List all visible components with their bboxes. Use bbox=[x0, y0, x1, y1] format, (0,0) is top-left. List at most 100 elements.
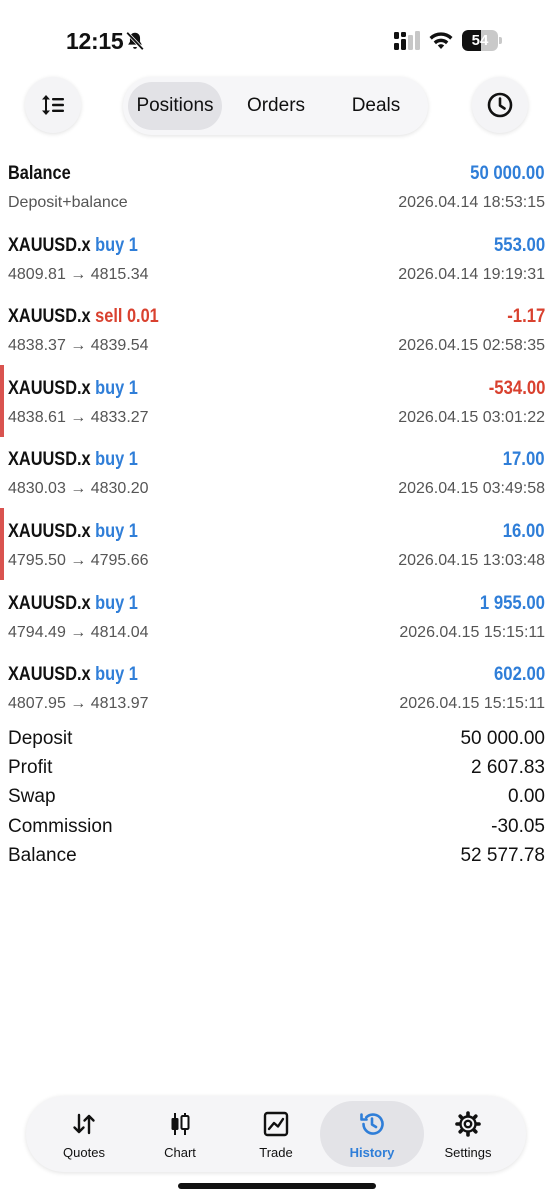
row-symbol-text: XAUUSD.x bbox=[8, 306, 91, 328]
tab-deals[interactable]: Deals bbox=[328, 82, 424, 130]
view-segmented-control: Positions Orders Deals bbox=[123, 77, 428, 135]
row-symbol-text: XAUUSD.x bbox=[8, 449, 91, 471]
summary-value: 2 607.83 bbox=[471, 757, 545, 779]
status-bar: 12:15 54 bbox=[0, 0, 553, 70]
summary-label: Balance bbox=[8, 844, 77, 866]
row-prices: 4794.49 → 4814.04 bbox=[8, 623, 149, 641]
trade-chart-icon bbox=[263, 1111, 289, 1137]
row-timestamp: 2026.04.15 15:15:11 bbox=[399, 623, 545, 641]
tab-history[interactable]: History bbox=[320, 1101, 424, 1167]
history-row[interactable]: XAUUSD.x sell 0.01 -1.17 4838.37 → 4839.54… bbox=[0, 293, 553, 365]
summary-label: Profit bbox=[8, 757, 53, 779]
row-marker bbox=[0, 508, 4, 580]
summary-row: Swap 0.00 bbox=[0, 786, 553, 815]
row-symbol: Balance bbox=[8, 163, 71, 185]
tab-quotes[interactable]: Quotes bbox=[32, 1101, 136, 1167]
tab-settings[interactable]: Settings bbox=[416, 1101, 520, 1167]
tab-settings-label: Settings bbox=[444, 1145, 492, 1160]
row-prices: 4830.03 → 4830.20 bbox=[8, 480, 149, 498]
history-row[interactable]: XAUUSD.x buy 1 -534.00 4838.61 → 4833.27 20… bbox=[0, 364, 553, 437]
summary-row: Deposit 50 000.00 bbox=[0, 728, 553, 757]
history-row[interactable]: XAUUSD.x buy 1 602.00 4807.95 → 4813.97 202… bbox=[0, 651, 553, 723]
row-timestamp: 2026.04.15 13:03:48 bbox=[398, 552, 545, 569]
candlestick-icon bbox=[171, 1113, 190, 1135]
wifi-icon bbox=[429, 32, 453, 49]
row-symbol: XAUUSD.x sell 0.01 bbox=[8, 306, 159, 328]
row-symbol: XAUUSD.x buy 1 bbox=[8, 378, 138, 400]
row-symbol-text: XAUUSD.x bbox=[8, 234, 91, 256]
row-side: buy 1 bbox=[95, 234, 138, 256]
tab-orders[interactable]: Orders bbox=[227, 82, 325, 130]
row-prices: Deposit+balance bbox=[8, 194, 128, 211]
summary-value: 0.00 bbox=[508, 786, 545, 808]
row-timestamp: 2026.04.15 03:01:22 bbox=[398, 408, 545, 426]
history-row[interactable]: XAUUSD.x buy 1 16.00 4795.50 → 4795.66 2026… bbox=[0, 508, 553, 580]
row-side: buy 1 bbox=[95, 592, 138, 614]
row-prices: 4807.95 → 4813.97 bbox=[8, 695, 149, 713]
bell-muted-icon bbox=[126, 31, 144, 51]
row-side: buy 1 bbox=[95, 521, 138, 542]
row-symbol-text: XAUUSD.x bbox=[8, 664, 91, 686]
row-profit: -1.17 bbox=[506, 306, 545, 328]
history-row[interactable]: XAUUSD.x buy 1 1 955.00 4794.49 → 4814.04 2… bbox=[0, 580, 553, 652]
sort-button[interactable] bbox=[25, 77, 81, 133]
row-timestamp: 2026.04.15 03:49:58 bbox=[398, 480, 545, 498]
history-clock-icon bbox=[360, 1113, 384, 1135]
row-symbol: XAUUSD.x buy 1 bbox=[8, 521, 138, 543]
summary-row: Profit 2 607.83 bbox=[0, 757, 553, 786]
tab-positions[interactable]: Positions bbox=[128, 82, 222, 130]
battery-percent: 54 bbox=[471, 32, 489, 49]
tab-quotes-label: Quotes bbox=[63, 1145, 105, 1160]
summary-value: -30.05 bbox=[491, 815, 545, 837]
home-indicator bbox=[178, 1183, 376, 1189]
row-symbol: XAUUSD.x buy 1 bbox=[8, 235, 138, 257]
row-prices: 4809.81 → 4815.34 bbox=[8, 265, 149, 283]
battery-tip bbox=[499, 37, 502, 44]
row-profit: 17.00 bbox=[503, 449, 545, 471]
row-timestamp: 2026.04.14 19:19:31 bbox=[398, 265, 545, 283]
sort-icon bbox=[42, 95, 64, 115]
row-side: buy 1 bbox=[95, 377, 138, 399]
row-side: buy 1 bbox=[95, 449, 138, 471]
history-row[interactable]: XAUUSD.x buy 1 553.00 4809.81 → 4815.34 202… bbox=[0, 222, 553, 294]
row-prices: 4838.37 → 4839.54 bbox=[8, 337, 149, 355]
history-row[interactable]: XAUUSD.x buy 1 17.00 4830.03 → 4830.20 2026… bbox=[0, 436, 553, 508]
status-time: 12:15 bbox=[66, 28, 124, 54]
summary-row: Commission -30.05 bbox=[0, 816, 553, 845]
quotes-arrows-icon bbox=[73, 1113, 95, 1135]
tab-trade[interactable]: Trade bbox=[224, 1101, 328, 1167]
row-symbol-text: XAUUSD.x bbox=[8, 521, 91, 542]
row-marker bbox=[0, 364, 4, 437]
row-symbol-text: XAUUSD.x bbox=[8, 377, 91, 399]
row-profit: -534.00 bbox=[488, 377, 545, 399]
row-symbol: XAUUSD.x buy 1 bbox=[8, 593, 138, 615]
row-timestamp: 2026.04.15 02:58:35 bbox=[398, 337, 545, 355]
row-symbol: XAUUSD.x buy 1 bbox=[8, 664, 138, 686]
row-timestamp: 2026.04.15 15:15:11 bbox=[399, 695, 545, 713]
row-prices: 4838.61 → 4833.27 bbox=[8, 408, 149, 426]
tab-chart[interactable]: Chart bbox=[128, 1101, 232, 1167]
row-side: buy 1 bbox=[95, 664, 138, 686]
tab-chart-label: Chart bbox=[164, 1145, 196, 1160]
battery-body: 54 bbox=[462, 30, 498, 51]
summary-value: 50 000.00 bbox=[460, 728, 545, 749]
row-profit: 1 955.00 bbox=[479, 592, 545, 614]
row-symbol-text: XAUUSD.x bbox=[8, 592, 91, 614]
row-profit: 602.00 bbox=[493, 664, 545, 686]
tab-trade-label: Trade bbox=[259, 1145, 293, 1160]
period-button[interactable] bbox=[472, 77, 528, 133]
clock-icon bbox=[487, 92, 513, 118]
summary-label: Swap bbox=[8, 786, 56, 808]
summary-value: 52 577.78 bbox=[460, 844, 545, 866]
history-row[interactable]: Balance 50 000.00 Deposit+balance 2026.04.1… bbox=[0, 150, 553, 222]
summary-row: Balance 52 577.78 bbox=[0, 845, 553, 874]
row-symbol: XAUUSD.x buy 1 bbox=[8, 449, 138, 471]
summary-label: Commission bbox=[8, 815, 113, 837]
row-profit: 16.00 bbox=[503, 521, 545, 542]
gear-icon bbox=[455, 1111, 481, 1137]
row-symbol-text: Balance bbox=[8, 163, 71, 184]
summary-label: Deposit bbox=[8, 728, 73, 749]
row-prices: 4795.50 → 4795.66 bbox=[8, 552, 149, 569]
cellular-signal-icon bbox=[394, 31, 420, 50]
row-side: sell 0.01 bbox=[95, 306, 159, 328]
